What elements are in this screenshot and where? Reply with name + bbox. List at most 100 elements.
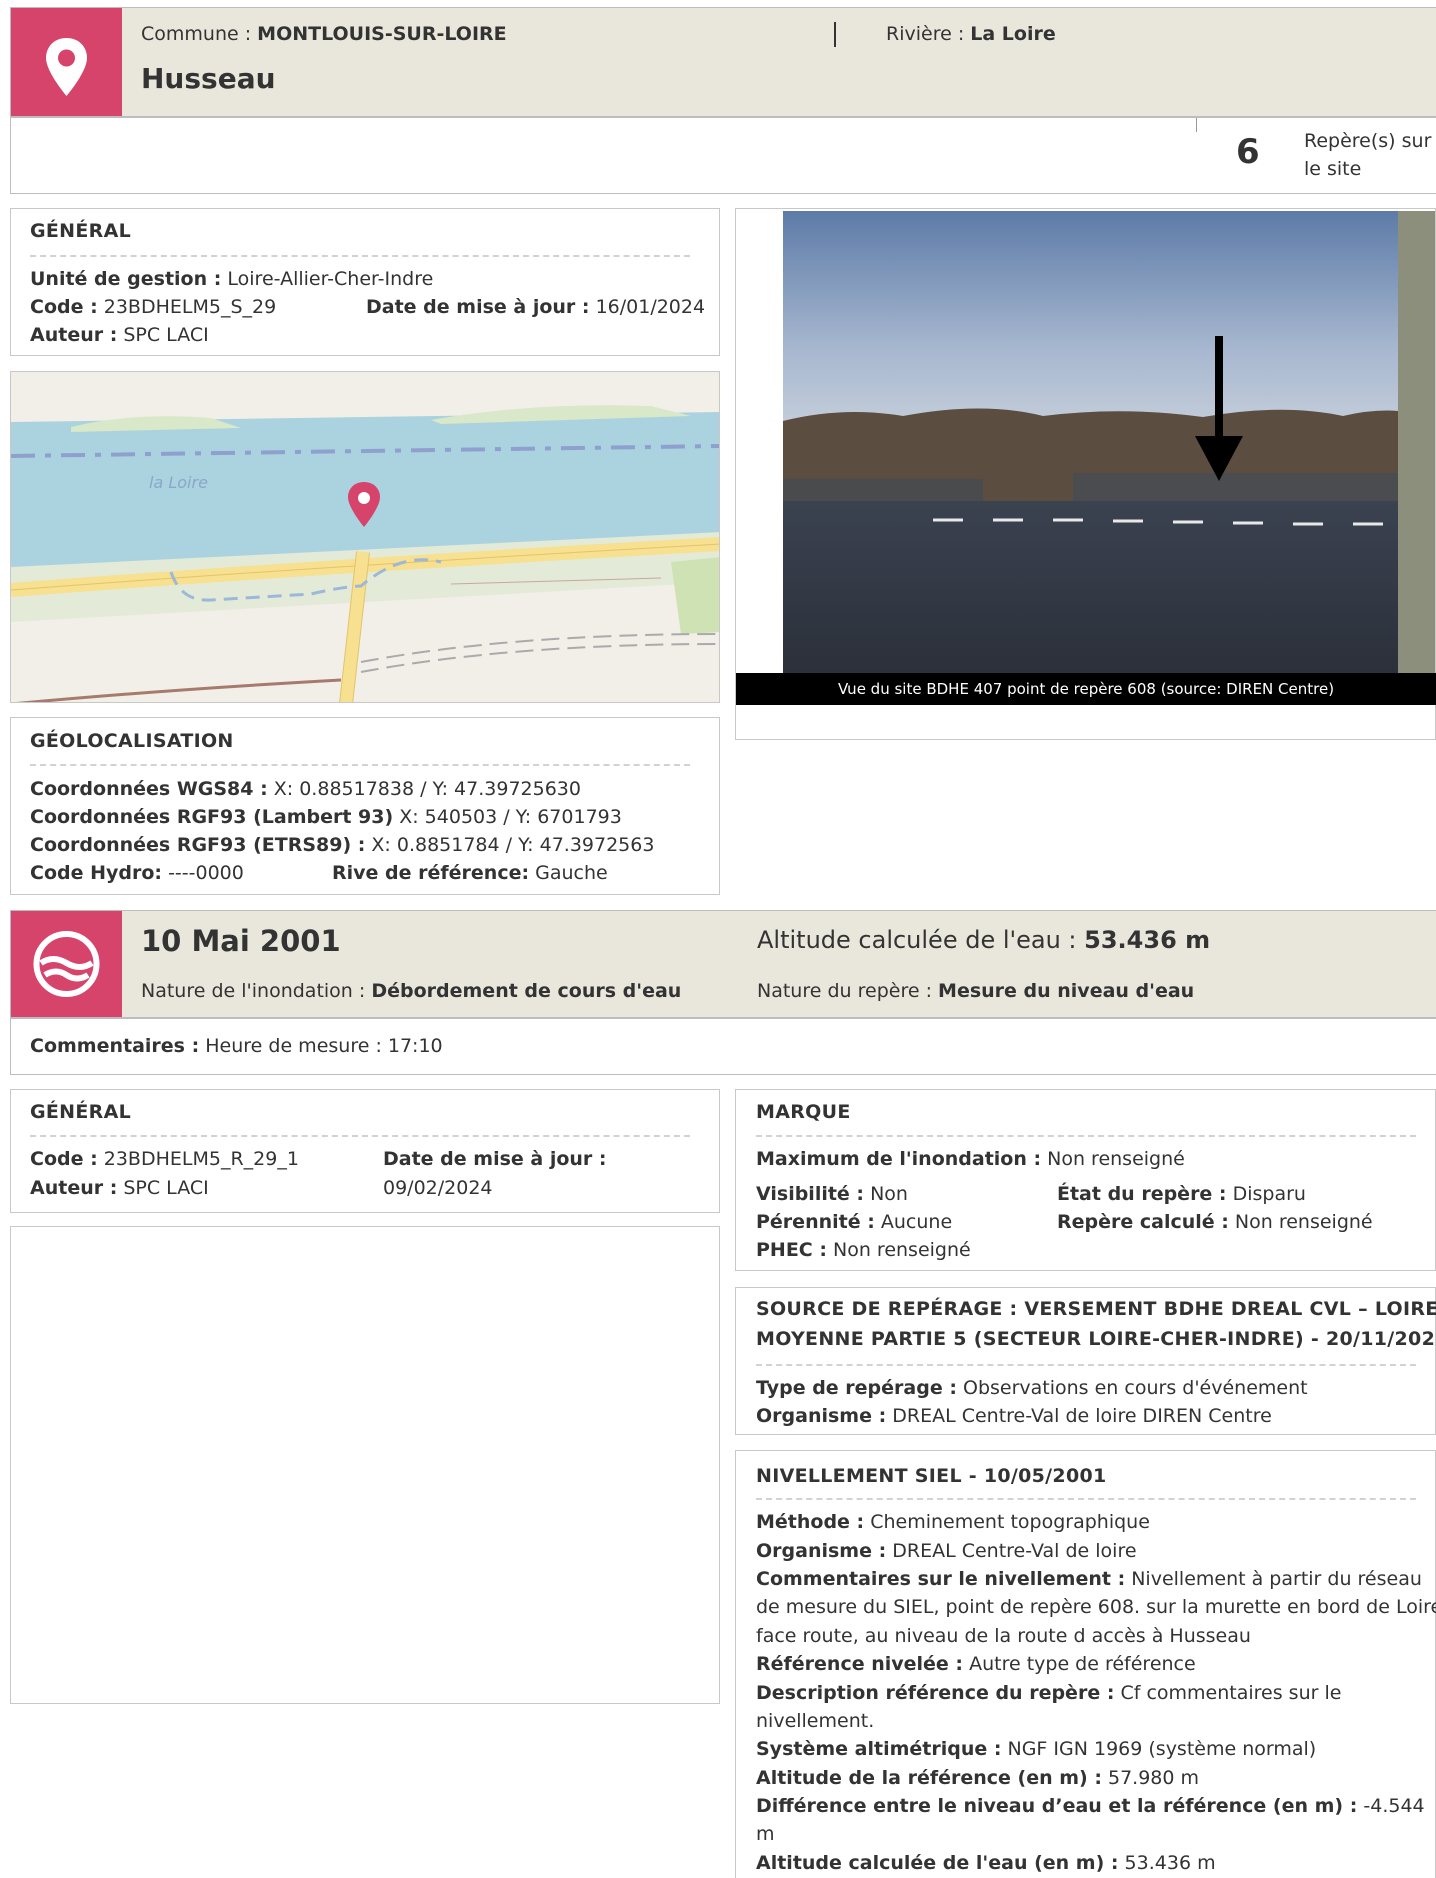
nature-inondation-value: Débordement de cours d'eau xyxy=(371,980,682,1002)
comm-label: Commentaires sur le nivellement : xyxy=(756,1568,1126,1590)
maj2-label: Date de mise à jour : xyxy=(383,1148,607,1170)
auteur-line: Auteur : SPC LACI xyxy=(30,321,209,349)
etrs-value: X: 0.8851784 / Y: 47.3972563 xyxy=(371,834,655,856)
sys-label: Système altimétrique : xyxy=(756,1738,1002,1760)
code-value: 23BDHELM5_S_29 xyxy=(103,296,277,318)
auteur2-label: Auteur : xyxy=(30,1177,118,1199)
nature-repere-line: Nature du repère : Mesure du niveau d'ea… xyxy=(757,977,1194,1005)
diff-line-1: Différence entre le niveau d’eau et la r… xyxy=(756,1792,1425,1820)
geoloc-divider xyxy=(30,764,690,766)
niv-org-label: Organisme : xyxy=(756,1540,887,1562)
riviere-line: Rivière : La Loire xyxy=(886,20,1056,48)
commune-line: Commune : MONTLOUIS-SUR-LOIRE xyxy=(141,20,507,48)
wgs-label: Coordonnées WGS84 : xyxy=(30,778,268,800)
ref-value: Autre type de référence xyxy=(969,1653,1196,1675)
sys-value: NGF IGN 1969 (système normal) xyxy=(1007,1738,1317,1760)
maj-value: 16/01/2024 xyxy=(595,296,706,318)
rive-value: Gauche xyxy=(535,862,608,884)
map-panel[interactable]: la Loire xyxy=(10,371,720,703)
type-line: Type de repérage : Observations en cours… xyxy=(756,1374,1308,1402)
event-altitude-line: Altitude calculée de l'eau : 53.436 m xyxy=(757,924,1210,956)
perennite-value: Aucune xyxy=(880,1211,953,1233)
diff-value-1: -4.544 xyxy=(1363,1795,1425,1817)
site-name: Husseau xyxy=(141,62,276,95)
comm-line-3: face route, au niveau de la route d accè… xyxy=(756,1625,1251,1647)
site-pin-tile xyxy=(11,8,122,116)
comm-value-1: Nivellement à partir du réseau xyxy=(1131,1568,1422,1590)
max-line: Maximum de l'inondation : Non renseigné xyxy=(756,1145,1185,1173)
calcule-line: Repère calculé : Non renseigné xyxy=(1057,1208,1373,1236)
methode-line: Méthode : Cheminement topographique xyxy=(756,1508,1150,1536)
desc-value-1: Cf commentaires sur le xyxy=(1120,1682,1342,1704)
perennite-line: Pérennité : Aucune xyxy=(756,1208,952,1236)
auteur2-line: Auteur : SPC LACI xyxy=(30,1174,209,1202)
ref-label: Référence nivelée : xyxy=(756,1653,964,1675)
hydro-line: Code Hydro: ----0000 xyxy=(30,859,244,887)
nature-inondation-label: Nature de l'inondation : xyxy=(141,980,366,1002)
rive-label: Rive de référence: xyxy=(332,862,530,884)
nature-inondation-line: Nature de l'inondation : Débordement de … xyxy=(141,977,681,1005)
alt-ref-value: 57.980 m xyxy=(1107,1767,1200,1789)
hydro-value: ----0000 xyxy=(168,862,244,884)
unite-value: Loire-Allier-Cher-Indre xyxy=(227,268,434,290)
diff-label: Différence entre le niveau d’eau et la r… xyxy=(756,1795,1358,1817)
source-divider xyxy=(756,1364,1416,1366)
comm-line-2: de mesure du SIEL, point de repère 608. … xyxy=(756,1596,1436,1618)
general2-title: GÉNÉRAL xyxy=(30,1101,131,1123)
diff-line-2: m xyxy=(756,1823,775,1845)
nature-repere-label: Nature du repère : xyxy=(757,980,932,1002)
photo-caption: Vue du site BDHE 407 point de repère 608… xyxy=(736,673,1436,705)
alt-ref-label: Altitude de la référence (en m) : xyxy=(756,1767,1102,1789)
ref-line: Référence nivelée : Autre type de référe… xyxy=(756,1650,1196,1678)
nivellement-divider xyxy=(756,1498,1416,1500)
nature-repere-value: Mesure du niveau d'eau xyxy=(938,980,1195,1002)
alt-ref-line: Altitude de la référence (en m) : 57.980… xyxy=(756,1764,1199,1792)
reperes-strip xyxy=(10,117,1436,194)
max-label: Maximum de l'inondation : xyxy=(756,1148,1042,1170)
flood-icon-tile xyxy=(11,911,122,1017)
flood-icon xyxy=(33,931,100,997)
photo-side-strip xyxy=(1398,211,1435,673)
site-photo[interactable] xyxy=(783,211,1398,673)
unite-label: Unité de gestion : xyxy=(30,268,222,290)
reperes-label-2: le site xyxy=(1304,158,1362,180)
commune-label: Commune : xyxy=(141,23,252,45)
visibilite-label: Visibilité : xyxy=(756,1183,865,1205)
wgs-value: X: 0.88517838 / Y: 47.39725630 xyxy=(273,778,581,800)
wgs-line: Coordonnées WGS84 : X: 0.88517838 / Y: 4… xyxy=(30,775,581,803)
maj-label: Date de mise à jour : xyxy=(366,296,590,318)
auteur-label: Auteur : xyxy=(30,324,118,346)
code-line: Code : 23BDHELM5_S_29 xyxy=(30,293,276,321)
location-pin-icon xyxy=(46,38,87,96)
lambert-value: X: 540503 / Y: 6701793 xyxy=(399,806,622,828)
maj2-value: 09/02/2024 xyxy=(383,1177,493,1199)
event-altitude-value: 53.436 m xyxy=(1084,926,1211,954)
rive-line: Rive de référence: Gauche xyxy=(332,859,608,887)
reperes-divider xyxy=(1196,118,1197,132)
marque-title: MARQUE xyxy=(756,1101,851,1123)
visibilite-value: Non xyxy=(870,1183,908,1205)
type-value: Observations en cours d'événement xyxy=(962,1377,1308,1399)
auteur-value: SPC LACI xyxy=(123,324,209,346)
perennite-label: Pérennité : xyxy=(756,1211,875,1233)
reperes-label-1: Repère(s) sur xyxy=(1304,130,1432,152)
desc-line-1: Description référence du repère : Cf com… xyxy=(756,1679,1341,1707)
desc-line-2: nivellement. xyxy=(756,1710,875,1732)
etat-value: Disparu xyxy=(1232,1183,1306,1205)
map-river-label: la Loire xyxy=(149,473,208,492)
general2-divider xyxy=(30,1135,690,1137)
methode-label: Méthode : xyxy=(756,1511,865,1533)
phec-label: PHEC : xyxy=(756,1239,827,1261)
marque-divider xyxy=(756,1135,1416,1137)
desc-label: Description référence du repère : xyxy=(756,1682,1115,1704)
site-map[interactable]: la Loire xyxy=(11,372,720,703)
unite-line: Unité de gestion : Loire-Allier-Cher-Ind… xyxy=(30,265,433,293)
phec-line: PHEC : Non renseigné xyxy=(756,1236,971,1264)
geoloc-title: GÉOLOCALISATION xyxy=(30,730,234,752)
commune-value: MONTLOUIS-SUR-LOIRE xyxy=(257,23,507,45)
sys-line: Système altimétrique : NGF IGN 1969 (sys… xyxy=(756,1735,1316,1763)
code2-label: Code : xyxy=(30,1148,98,1170)
reperes-count: 6 xyxy=(1236,132,1260,172)
event-altitude-label: Altitude calculée de l'eau : xyxy=(757,926,1077,954)
source-org-label: Organisme : xyxy=(756,1405,887,1427)
